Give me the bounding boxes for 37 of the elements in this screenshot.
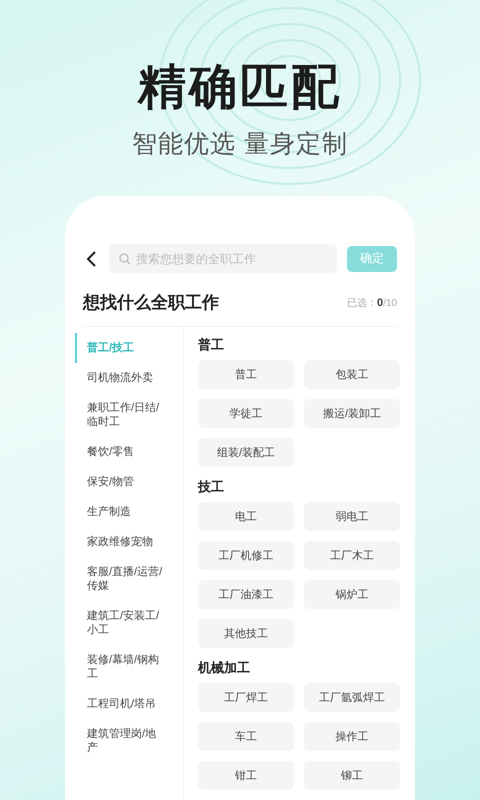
job-chip[interactable]: 车工 xyxy=(198,722,294,751)
selected-count: 已选：0/10 xyxy=(346,296,397,310)
category-item[interactable]: 兼职工作/日结/临时工 xyxy=(75,393,183,437)
job-chip[interactable]: 其他技工 xyxy=(198,619,294,648)
category-item[interactable]: 建筑工/安装工/小工 xyxy=(75,601,183,645)
section-title: 普工 xyxy=(198,337,225,353)
job-chip[interactable]: 包装工 xyxy=(304,360,400,389)
job-chip[interactable]: 工厂氩弧焊工 xyxy=(304,683,400,712)
job-chip[interactable]: 普工 xyxy=(198,360,294,389)
category-item[interactable]: 保安/物管 xyxy=(75,467,183,497)
job-chip[interactable]: 工厂焊工 xyxy=(198,683,294,712)
job-chip[interactable]: 操作工 xyxy=(304,722,400,751)
category-item[interactable]: 客服/直播/运营/传媒 xyxy=(75,557,183,601)
category-item[interactable]: 司机物流外卖 xyxy=(75,363,183,393)
subtitle: 智能优选 量身定制 xyxy=(132,129,348,160)
job-chip[interactable]: 工厂油漆工 xyxy=(198,580,294,609)
job-chip[interactable]: 组装/装配工 xyxy=(198,438,294,467)
job-chip[interactable]: 锅炉工 xyxy=(304,580,400,609)
job-chip[interactable]: 电工 xyxy=(198,502,294,531)
section-title: 技工 xyxy=(198,479,225,495)
category-item[interactable]: 生产制造 xyxy=(75,497,183,527)
category-item[interactable]: 家政维修宠物 xyxy=(75,527,183,557)
job-chip[interactable]: 弱电工 xyxy=(304,502,400,531)
category-item[interactable]: 餐饮/零售 xyxy=(75,437,183,467)
category-item[interactable]: 装修/幕墙/钢构工 xyxy=(75,645,183,689)
job-chip[interactable]: 铆工 xyxy=(304,761,400,790)
job-chip[interactable]: 钳工 xyxy=(198,761,294,790)
job-chip[interactable]: 搬运/装卸工 xyxy=(304,399,400,428)
job-chip[interactable]: 学徒工 xyxy=(198,399,294,428)
category-item[interactable]: 工程司机/塔吊 xyxy=(75,689,183,719)
page-title: 想找什么全职工作 xyxy=(83,292,219,314)
category-item[interactable]: 建筑管理岗/地产 xyxy=(75,719,183,763)
job-chip[interactable]: 工厂木工 xyxy=(304,541,400,570)
headline: 精确匹配 xyxy=(138,60,342,116)
job-chip[interactable]: 工厂机修工 xyxy=(198,541,294,570)
search-field[interactable]: 搜索您想要的全职工作 xyxy=(109,244,337,273)
section-title: 机械加工 xyxy=(198,660,251,676)
